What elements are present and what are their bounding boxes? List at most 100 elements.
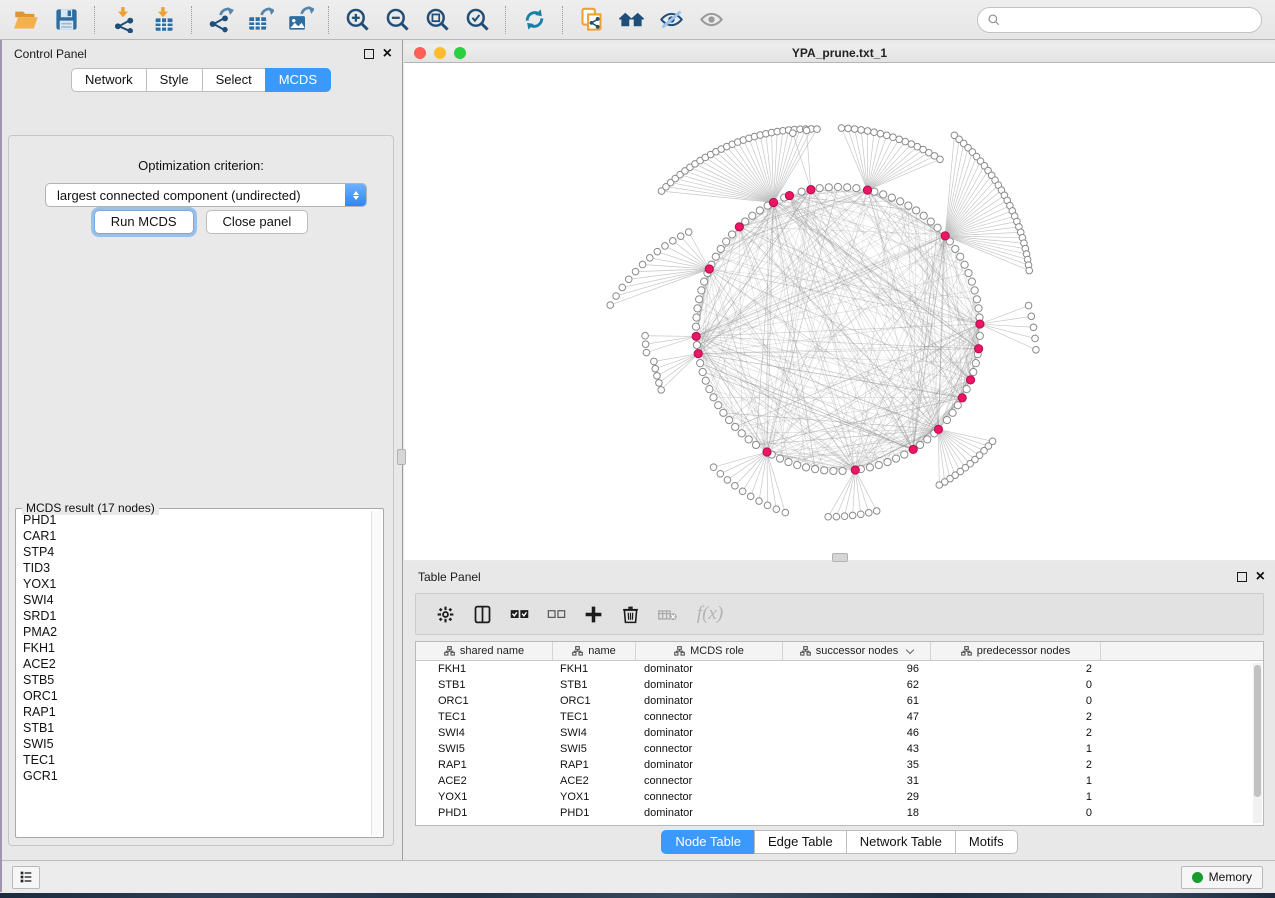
leaf-node[interactable] — [803, 127, 810, 134]
column-header-predecessor-nodes[interactable]: predecessor nodes — [931, 642, 1101, 660]
ring-node[interactable] — [916, 441, 923, 448]
ring-node[interactable] — [696, 296, 703, 303]
leaf-node[interactable] — [677, 233, 684, 240]
leaf-node[interactable] — [1028, 313, 1035, 320]
ring-node[interactable] — [728, 231, 735, 238]
leaf-node[interactable] — [865, 509, 872, 516]
tab-edge-table[interactable]: Edge Table — [754, 830, 847, 854]
dominator-node[interactable] — [763, 448, 771, 456]
show-all-button[interactable] — [691, 3, 731, 37]
ring-node[interactable] — [880, 191, 887, 198]
dominator-node[interactable] — [958, 394, 966, 402]
float-panel-icon[interactable] — [364, 49, 374, 59]
ring-node[interactable] — [712, 253, 719, 260]
leaf-node[interactable] — [654, 373, 661, 380]
ring-node[interactable] — [715, 402, 722, 409]
search-box[interactable] — [977, 7, 1262, 33]
mcds-result-list[interactable]: PHD1CAR1STP4TID3YOX1SWI4SRD1PMA2FKH1ACE2… — [19, 512, 370, 834]
ring-node[interactable] — [949, 409, 956, 416]
table-scrollbar[interactable] — [1253, 663, 1262, 823]
duplicate-network-button[interactable] — [571, 3, 611, 37]
result-list-item[interactable]: STP4 — [19, 544, 370, 560]
ring-node[interactable] — [927, 218, 934, 225]
float-table-panel-icon[interactable] — [1237, 572, 1247, 582]
leaf-node[interactable] — [607, 302, 614, 309]
zoom-out-button[interactable] — [377, 3, 417, 37]
tab-network-table[interactable]: Network Table — [846, 830, 956, 854]
ring-node[interactable] — [802, 464, 809, 471]
leaf-node[interactable] — [845, 125, 852, 132]
ring-node[interactable] — [943, 416, 950, 423]
leaf-node[interactable] — [890, 134, 897, 141]
ring-node[interactable] — [913, 207, 920, 214]
ring-node[interactable] — [693, 314, 700, 321]
ring-node[interactable] — [888, 194, 895, 201]
column-header-shared-name[interactable]: shared name — [416, 642, 553, 660]
zoom-selected-button[interactable] — [457, 3, 497, 37]
ring-node[interactable] — [834, 183, 841, 190]
result-list-scrollbar[interactable] — [371, 511, 381, 835]
result-list-item[interactable]: PMA2 — [19, 624, 370, 640]
leaf-node[interactable] — [883, 132, 890, 139]
ring-node[interactable] — [694, 305, 701, 312]
result-list-item[interactable]: STB1 — [19, 720, 370, 736]
dominator-node[interactable] — [694, 350, 702, 358]
leaf-node[interactable] — [773, 506, 780, 513]
dominator-node[interactable] — [934, 425, 942, 433]
dominator-node[interactable] — [785, 191, 793, 199]
ring-node[interactable] — [749, 212, 756, 219]
ring-node[interactable] — [901, 451, 908, 458]
deselect-all-checkboxes-button[interactable] — [541, 599, 571, 629]
leaf-node[interactable] — [833, 513, 840, 520]
table-row[interactable]: SWI4SWI4dominator462 — [416, 725, 1253, 741]
ring-node[interactable] — [699, 368, 706, 375]
leaf-node[interactable] — [1025, 302, 1032, 309]
run-mcds-button[interactable]: Run MCDS — [94, 210, 194, 234]
leaf-node[interactable] — [841, 513, 848, 520]
close-panel-button[interactable]: Close panel — [206, 210, 309, 234]
ring-node[interactable] — [853, 185, 860, 192]
tab-node-table[interactable]: Node Table — [661, 830, 755, 854]
ring-node[interactable] — [794, 461, 801, 468]
close-panel-icon[interactable]: × — [383, 49, 392, 59]
leaf-node[interactable] — [658, 387, 665, 394]
ring-node[interactable] — [701, 278, 708, 285]
leaf-node[interactable] — [825, 513, 832, 520]
result-list-item[interactable]: STB5 — [19, 672, 370, 688]
select-all-checkboxes-button[interactable] — [504, 599, 534, 629]
table-row[interactable]: STB1STB1dominator620 — [416, 677, 1253, 693]
ring-node[interactable] — [798, 188, 805, 195]
ring-node[interactable] — [875, 461, 882, 468]
ring-node[interactable] — [756, 207, 763, 214]
ring-node[interactable] — [692, 323, 699, 330]
leaf-node[interactable] — [717, 470, 724, 477]
leaf-node[interactable] — [851, 126, 858, 133]
leaf-node[interactable] — [937, 156, 944, 163]
leaf-node[interactable] — [838, 125, 845, 132]
open-file-button[interactable] — [6, 3, 46, 37]
table-row[interactable]: ACE2ACE2connector311 — [416, 773, 1253, 789]
ring-node[interactable] — [973, 296, 980, 303]
result-list-item[interactable]: FKH1 — [19, 640, 370, 656]
leaf-node[interactable] — [789, 130, 796, 137]
ring-node[interactable] — [821, 467, 828, 474]
leaf-node[interactable] — [656, 380, 663, 387]
dominator-node[interactable] — [975, 345, 983, 353]
leaf-node[interactable] — [639, 261, 646, 268]
ring-node[interactable] — [738, 430, 745, 437]
result-list-item[interactable]: CAR1 — [19, 528, 370, 544]
leaf-node[interactable] — [782, 509, 789, 516]
result-list-item[interactable]: SWI5 — [19, 736, 370, 752]
ring-node[interactable] — [745, 436, 752, 443]
ring-node[interactable] — [975, 305, 982, 312]
leaf-node[interactable] — [858, 127, 865, 134]
leaf-node[interactable] — [652, 365, 659, 372]
ring-node[interactable] — [693, 341, 700, 348]
leaf-node[interactable] — [936, 482, 943, 489]
zoom-in-button[interactable] — [337, 3, 377, 37]
ring-node[interactable] — [706, 386, 713, 393]
leaf-node[interactable] — [647, 254, 654, 261]
leaf-node[interactable] — [662, 243, 669, 250]
ring-node[interactable] — [905, 202, 912, 209]
leaf-node[interactable] — [873, 508, 880, 515]
